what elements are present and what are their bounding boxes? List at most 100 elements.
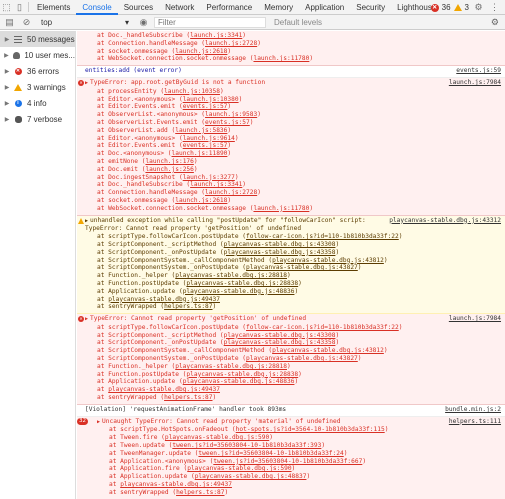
device-toolbar-icon[interactable]: ▯ bbox=[13, 1, 26, 14]
source-link[interactable]: bundle.min.js:2 bbox=[445, 406, 501, 414]
context-selector[interactable]: top ▾ bbox=[37, 16, 133, 28]
clear-console-icon[interactable]: ⊘ bbox=[20, 16, 33, 29]
stack-frame-link[interactable]: launch.js:2618 bbox=[175, 48, 227, 55]
stack-frame-link[interactable]: playcanvas-stable.dbg.js:48837 bbox=[195, 473, 307, 480]
tab-memory[interactable]: Memory bbox=[258, 0, 299, 15]
filter-input[interactable] bbox=[154, 16, 266, 28]
tab-console[interactable]: Console bbox=[76, 0, 119, 15]
sidebar-item-3[interactable]: ▶ 3 warnings bbox=[0, 79, 75, 95]
stack-frame-link[interactable]: follow-car-icon.js?id=110-1b810b3da33f:2… bbox=[246, 233, 399, 240]
stack-frame-link[interactable]: playcanvas-stable.dbg.js:48836 bbox=[183, 378, 295, 385]
source-link[interactable]: helpers.ts:111 bbox=[449, 418, 501, 426]
stack-frame-link[interactable]: events.js:57 bbox=[205, 119, 250, 126]
stack-frame-link[interactable]: playcanvas-stable.dbg.js:28818 bbox=[175, 363, 287, 370]
expand-arrow-icon[interactable]: ▶ bbox=[2, 68, 12, 75]
status-counters[interactable]: ✕ 36 3 ⚙ ⋮ bbox=[430, 0, 501, 15]
expand-triangle-icon[interactable]: ▶ bbox=[97, 419, 100, 425]
live-expression-eye-icon[interactable]: ◉ bbox=[137, 16, 150, 29]
stack-frame-link[interactable]: playcanvas-stable.dbg.js:28838 bbox=[186, 280, 298, 287]
tab-application[interactable]: Application bbox=[299, 0, 350, 15]
expand-arrow-icon[interactable]: ▶ bbox=[2, 36, 12, 43]
stack-frame-link[interactable]: playcanvas-stable.dbg.js:43308 bbox=[224, 332, 336, 339]
stack-frame-link[interactable]: playcanvas-stable.dbg.js:43812 bbox=[272, 347, 384, 354]
sidebar-item-5[interactable]: ▶ 7 verbose bbox=[0, 111, 75, 127]
console-settings-icon[interactable]: ⚙ bbox=[491, 17, 499, 28]
source-link[interactable]: playcanvas-stable.dbg.js:43312 bbox=[389, 217, 501, 225]
more-options-icon[interactable]: ⋮ bbox=[488, 1, 501, 14]
stack-frame-link[interactable]: playcanvas-stable.dbg.js:43308 bbox=[224, 241, 336, 248]
stack-frame-link[interactable]: playcanvas-stable.dbg.js:43358 bbox=[224, 249, 336, 256]
stack-frame-link[interactable]: helpers.ts:87 bbox=[176, 489, 224, 496]
stack-frame-link[interactable]: playcanvas-stable.dbg.js:43827 bbox=[246, 355, 358, 362]
stack-frame-link[interactable]: launch.js:11890 bbox=[172, 150, 228, 157]
stack-frame-link[interactable]: launch.js:256 bbox=[145, 166, 193, 173]
stack-frame-link[interactable]: launch.js:10358 bbox=[164, 88, 220, 95]
sidebar-item-4[interactable]: ▶ i 4 info bbox=[0, 95, 75, 111]
expand-arrow-icon[interactable]: ▶ bbox=[2, 84, 12, 91]
sidebar-item-1[interactable]: ▶ 10 user mes... bbox=[0, 47, 75, 63]
stack-frame-link[interactable]: tween.js?id=35603804-10-1b810b3da33f:24 bbox=[198, 450, 343, 457]
stack-frame-link[interactable]: launch.js:2728 bbox=[205, 189, 257, 196]
stack-frame-link[interactable]: launch.js:10380 bbox=[183, 96, 239, 103]
warning-count: 3 bbox=[464, 3, 469, 12]
message-text[interactable]: ▶ TypeError: app.root.getByGuid is not a … bbox=[85, 79, 455, 88]
inspect-element-icon[interactable]: ⬚ bbox=[0, 1, 13, 14]
stack-frame-link[interactable]: helpers.ts:87 bbox=[164, 394, 212, 401]
message-text[interactable]: entities:add (event error) bbox=[85, 67, 455, 75]
stack-frame-link[interactable]: tween.js?id=35603804-10-1b810b3da33f:667 bbox=[213, 458, 362, 465]
tab-performance[interactable]: Performance bbox=[200, 0, 258, 15]
stack-frame-close: ) bbox=[234, 173, 239, 181]
stack-frame-link[interactable]: events.js:57 bbox=[183, 103, 228, 110]
stack-frame-link[interactable]: playcanvas-stable.dbg.js:48836 bbox=[183, 288, 295, 295]
stack-frame-link[interactable]: helpers.ts:87 bbox=[164, 303, 212, 310]
stack-frame-link[interactable]: launch.js:2728 bbox=[205, 40, 257, 47]
stack-frame-link[interactable]: launch.js:5836 bbox=[175, 127, 227, 134]
stack-frame-link[interactable]: playcanvas-stable.dbg.js:28838 bbox=[186, 371, 298, 378]
tab-elements[interactable]: Elements bbox=[31, 0, 76, 15]
stack-frame-link[interactable]: playcanvas-stable.dbg.js:49437 bbox=[120, 481, 232, 488]
sidebar-item-2[interactable]: ▶ ✕ 36 errors bbox=[0, 63, 75, 79]
source-link[interactable]: launch.js:7984 bbox=[449, 315, 501, 323]
expand-triangle-icon[interactable]: ▶ bbox=[85, 316, 88, 322]
stack-frame-link[interactable]: launch.js:3341 bbox=[190, 181, 242, 188]
stack-frame-link[interactable]: playcanvas-stable.dbg.js:43827 bbox=[246, 264, 358, 271]
stack-frame-link[interactable]: playcanvas-stable.dbg.js:49437 bbox=[108, 386, 220, 393]
expand-triangle-icon[interactable]: ▶ bbox=[85, 80, 88, 86]
stack-frame-link[interactable]: playcanvas-stable.dbg.js:590 bbox=[187, 465, 291, 472]
stack-frame-link[interactable]: playcanvas-stable.dbg.js:49437 bbox=[108, 296, 220, 303]
message-text[interactable]: ▶ Uncaught TypeError: Cannot read propert… bbox=[97, 418, 455, 427]
sidebar-toggle-icon[interactable]: ▤ bbox=[3, 16, 16, 29]
source-link[interactable]: launch.js:7984 bbox=[449, 79, 501, 87]
stack-frame-link[interactable]: events.js:57 bbox=[183, 142, 228, 149]
sidebar-item-label: 36 errors bbox=[27, 66, 60, 76]
stack-frame-link[interactable]: playcanvas-stable.dbg.js:43812 bbox=[272, 257, 384, 264]
stack-frame-link[interactable]: hot-spots.js?id=3564-10-1b810b3da33f:115 bbox=[236, 426, 385, 433]
log-levels-dropdown[interactable]: Default levels bbox=[270, 18, 322, 27]
expand-triangle-icon[interactable]: ▶ bbox=[85, 218, 88, 224]
stack-frame-link[interactable]: launch.js:3277 bbox=[183, 174, 235, 181]
tab-sources[interactable]: Sources bbox=[118, 0, 159, 15]
expand-arrow-icon[interactable]: ▶ bbox=[2, 52, 11, 59]
tab-security[interactable]: Security bbox=[350, 0, 391, 15]
settings-gear-icon[interactable]: ⚙ bbox=[472, 1, 485, 14]
stack-frame-link[interactable]: playcanvas-stable.dbg.js:43358 bbox=[224, 339, 336, 346]
stack-frame-link[interactable]: playcanvas-stable.dbg.js:28818 bbox=[175, 272, 287, 279]
source-link[interactable]: events.js:59 bbox=[456, 67, 501, 75]
stack-frame-link[interactable]: launch.js:2618 bbox=[175, 197, 227, 204]
stack-frame-link[interactable]: launch.js:9583 bbox=[205, 111, 257, 118]
expand-arrow-icon[interactable]: ▶ bbox=[2, 100, 12, 107]
stack-frame-link[interactable]: launch.js:11780 bbox=[253, 205, 309, 212]
stack-frame-link[interactable]: playcanvas-stable.dbg.js:590 bbox=[165, 434, 269, 441]
stack-frame-link[interactable]: follow-car-icon.js?id=110-1b810b3da33f:2… bbox=[246, 324, 399, 331]
stack-frame-link[interactable]: launch.js:11780 bbox=[253, 55, 309, 62]
stack-frame-link[interactable]: launch.js:9614 bbox=[183, 135, 235, 142]
stack-frame-link[interactable]: tween.js?id=35603804-10-1b810b3da33f:393 bbox=[172, 442, 321, 449]
stack-frame-link[interactable]: launch.js:3341 bbox=[190, 32, 242, 39]
message-text[interactable]: ▶ TypeError: Cannot read property 'getPos… bbox=[85, 315, 455, 324]
expand-arrow-icon[interactable]: ▶ bbox=[2, 116, 12, 123]
tab-network[interactable]: Network bbox=[159, 0, 200, 15]
message-text[interactable]: [Violation] 'requestAnimationFrame' hand… bbox=[85, 406, 455, 414]
stack-frame-close: ) bbox=[398, 233, 403, 241]
stack-frame-link[interactable]: launch.js:176 bbox=[145, 158, 193, 165]
sidebar-item-0[interactable]: ▶ 50 messages bbox=[0, 31, 75, 47]
